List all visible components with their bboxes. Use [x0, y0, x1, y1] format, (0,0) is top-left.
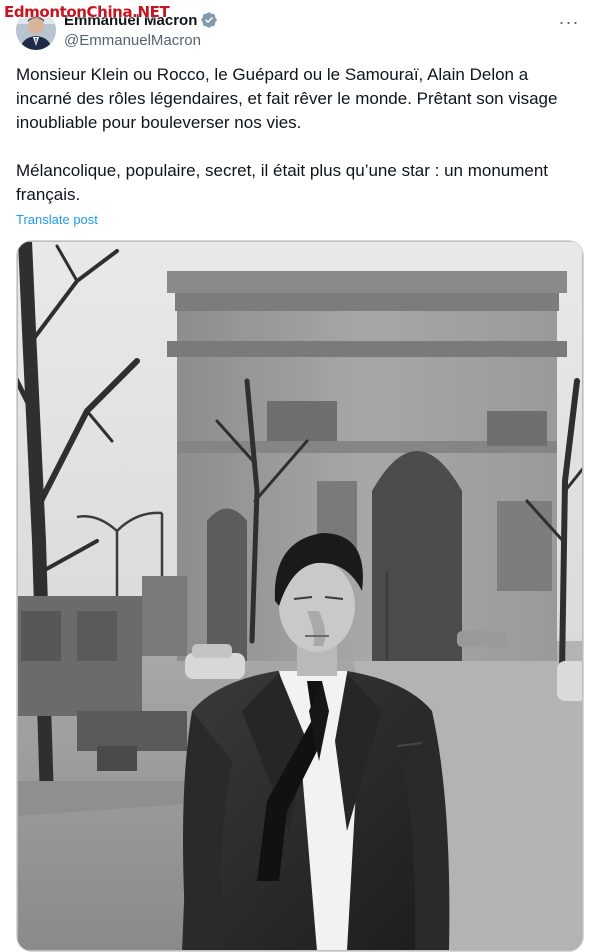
photo-arc-de-triomphe-portrait: [17, 241, 583, 951]
post-photo[interactable]: [16, 240, 584, 952]
post-text: Monsieur Klein ou Rocco, le Guépard ou l…: [16, 65, 558, 204]
translate-post-link[interactable]: Translate post: [16, 212, 98, 227]
user-handle[interactable]: @EmmanuelMacron: [64, 32, 201, 49]
verified-badge-icon: [200, 11, 218, 29]
watermark-text: EdmontonChina.NET: [4, 3, 170, 21]
more-options-icon[interactable]: ···: [557, 10, 581, 34]
